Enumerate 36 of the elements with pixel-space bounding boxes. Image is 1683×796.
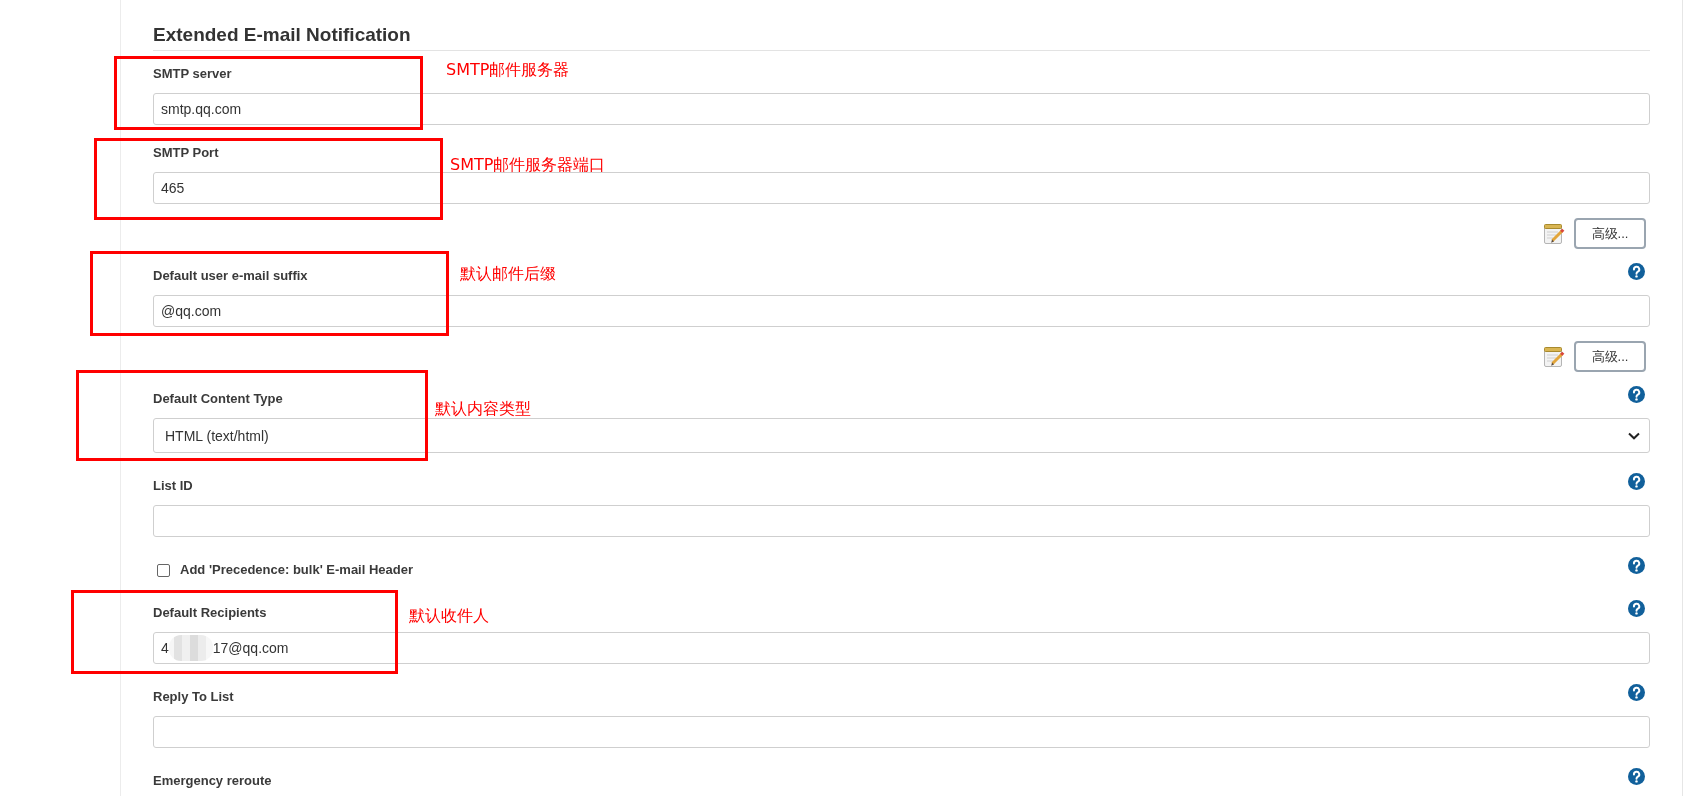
field-label: List ID bbox=[153, 477, 193, 495]
field-label: Reply To List bbox=[153, 688, 234, 706]
annotation-text: SMTP邮件服务器端口 bbox=[450, 155, 606, 175]
field-label: Emergency reroute bbox=[153, 772, 272, 790]
input-field[interactable] bbox=[153, 716, 1650, 748]
notepad-pencil-icon bbox=[1543, 222, 1565, 245]
select-dropdown[interactable]: HTML (text/html) bbox=[153, 418, 1650, 453]
input-field[interactable]: 4 17@qq.com bbox=[153, 632, 1650, 664]
annotation-text: SMTP邮件服务器 bbox=[446, 60, 570, 80]
help-icon[interactable] bbox=[1628, 473, 1645, 490]
checkbox[interactable] bbox=[157, 563, 170, 577]
blurred-redaction bbox=[168, 635, 213, 661]
input-field[interactable]: smtp.qq.com bbox=[153, 93, 1650, 125]
notepad-pencil-icon bbox=[1543, 345, 1565, 368]
help-icon[interactable] bbox=[1628, 386, 1645, 403]
help-icon[interactable] bbox=[1628, 768, 1645, 785]
annotation-text: 默认内容类型 bbox=[435, 399, 531, 419]
annotation-text: 默认收件人 bbox=[409, 606, 489, 626]
section-title: Extended E-mail Notification bbox=[153, 23, 411, 47]
field-label: SMTP server bbox=[153, 65, 232, 83]
help-icon[interactable] bbox=[1628, 600, 1645, 617]
field-label: SMTP Port bbox=[153, 144, 219, 162]
input-field[interactable]: 465 bbox=[153, 172, 1650, 204]
advanced-button[interactable]: 高级... bbox=[1574, 341, 1646, 372]
input-field[interactable]: @qq.com bbox=[153, 295, 1650, 327]
field-label: Default Content Type bbox=[153, 390, 283, 408]
checkbox-label[interactable]: Add 'Precedence: bulk' E-mail Header bbox=[180, 560, 414, 580]
annotation-text: 默认邮件后缀 bbox=[460, 264, 556, 284]
help-icon[interactable] bbox=[1628, 684, 1645, 701]
advanced-button[interactable]: 高级... bbox=[1574, 218, 1646, 249]
input-field[interactable] bbox=[153, 505, 1650, 537]
field-label: Default Recipients bbox=[153, 604, 267, 622]
chevron-down-icon bbox=[1628, 431, 1640, 440]
field-label: Default user e-mail suffix bbox=[153, 267, 308, 285]
help-icon[interactable] bbox=[1628, 557, 1645, 574]
help-icon[interactable] bbox=[1628, 263, 1645, 280]
